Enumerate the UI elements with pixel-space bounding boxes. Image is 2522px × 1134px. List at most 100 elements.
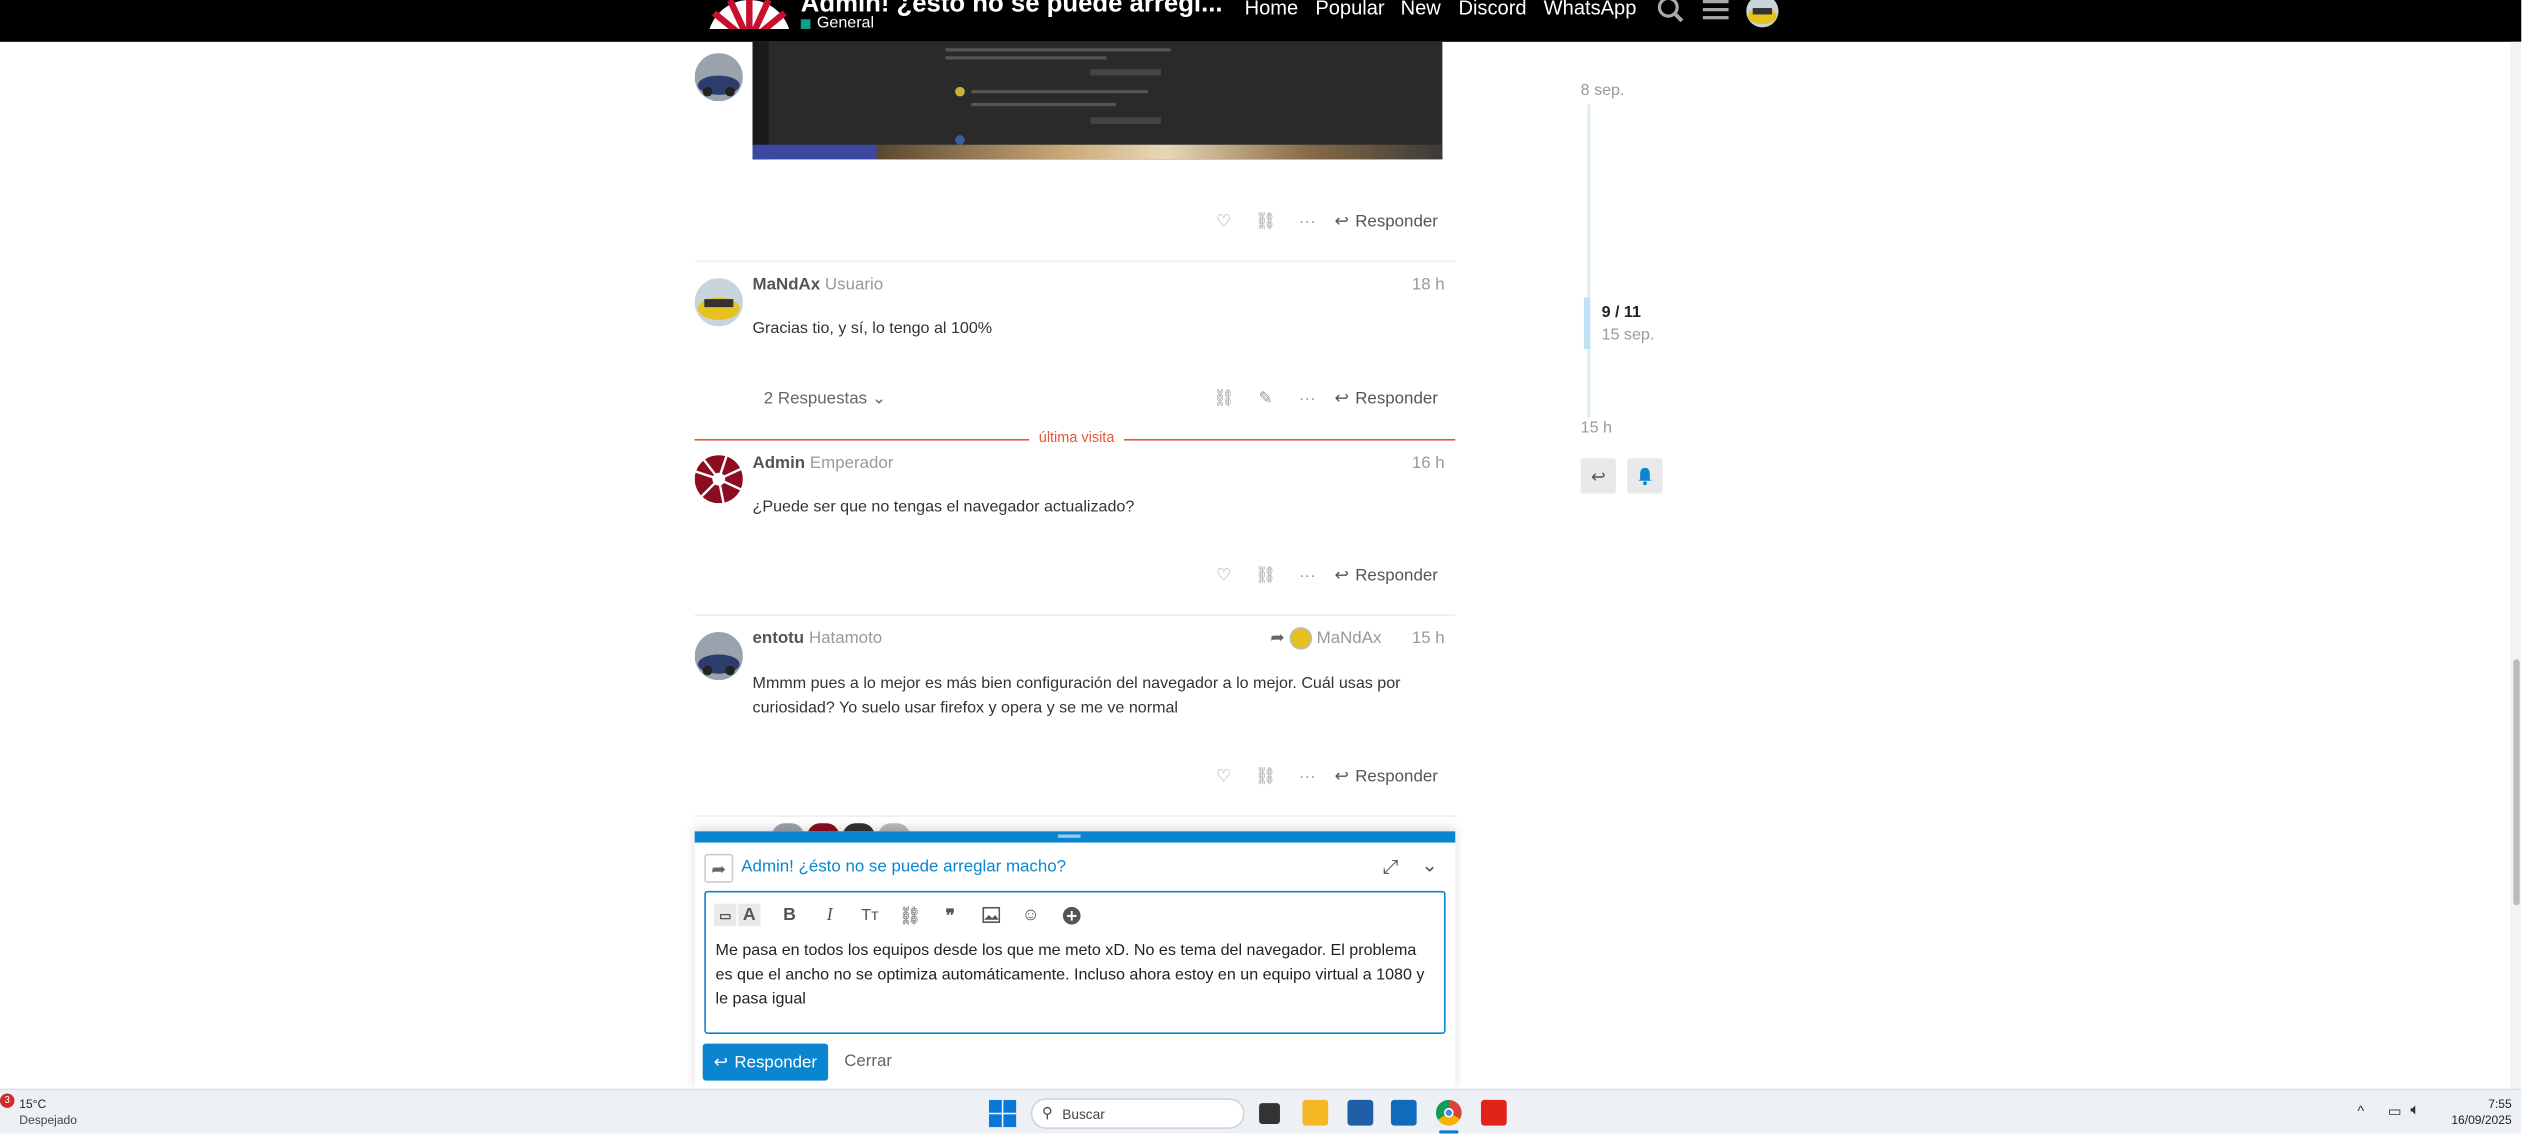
avatar[interactable] — [694, 631, 743, 681]
weather-temp[interactable]: 15°C — [19, 1097, 46, 1111]
post-screenshot-image[interactable] — [752, 41, 1443, 160]
username[interactable]: Admin — [753, 453, 806, 472]
file-explorer-icon[interactable] — [1302, 1099, 1329, 1126]
post-body: ¿Puede ser que no tengas el navegador ac… — [752, 498, 1135, 517]
site-logo[interactable] — [708, 0, 792, 29]
taskbar-search[interactable]: ⚲ Buscar — [1030, 1098, 1245, 1129]
plus-circle-icon[interactable] — [1060, 904, 1083, 927]
anydesk-icon[interactable] — [1480, 1099, 1507, 1126]
reply-button[interactable]: ↩ Responder — [1335, 388, 1438, 407]
bold-icon[interactable]: B — [778, 904, 801, 927]
post-author[interactable]: entotu Hatamoto — [753, 629, 883, 648]
replies-toggle[interactable]: 2 Respuestas ⌄ — [764, 389, 886, 408]
timeline-end-date[interactable]: 15 h — [1581, 420, 1612, 438]
post-body: Gracias tio, y sí, lo tengo al 100% — [752, 319, 993, 338]
link-icon[interactable]: ⛓ — [1245, 765, 1287, 786]
composer-text[interactable]: Me pasa en todos los equipos desde los q… — [716, 939, 1435, 1011]
reply-button[interactable]: ↩ Responder — [1335, 565, 1438, 584]
expand-icon[interactable]: ⤢ — [1383, 855, 1398, 879]
link-icon[interactable]: ⛓ — [1245, 564, 1287, 585]
post-time[interactable]: 16 h — [1412, 453, 1445, 472]
heart-icon[interactable]: ♡ — [1203, 766, 1245, 785]
tray-chevron-up-icon[interactable]: ^ — [2357, 1103, 2364, 1119]
emoji-icon[interactable]: ☺ — [1019, 904, 1042, 927]
nav-new[interactable]: New — [1401, 0, 1441, 19]
nav-popular[interactable]: Popular — [1315, 0, 1384, 19]
composer-action-share-icon[interactable]: ➦ — [704, 853, 734, 883]
rich-text-toggle-icon[interactable]: A — [738, 903, 761, 927]
timeline-reply-button[interactable]: ↩ — [1580, 458, 1617, 494]
category-color-square — [800, 18, 811, 29]
category-badge[interactable]: General — [800, 14, 874, 32]
more-icon[interactable]: ··· — [1286, 388, 1328, 407]
edit-pencil-icon[interactable]: ✎ — [1245, 388, 1287, 407]
active-app-indicator — [1439, 1130, 1459, 1134]
quote-icon[interactable]: ❞ — [939, 904, 962, 927]
outlook-icon[interactable] — [1390, 1099, 1417, 1126]
reply-button[interactable]: ↩ Responder — [1335, 766, 1438, 785]
post-author[interactable]: MaNdAx Usuario — [753, 275, 884, 294]
notifications-button[interactable] — [1627, 458, 1663, 494]
composer-grippie[interactable] — [1058, 834, 1081, 838]
clock-date[interactable]: 16/09/2025 — [2431, 1113, 2511, 1127]
heading-icon[interactable]: Tт — [859, 904, 882, 927]
browser-viewport: Admin! ¿ésto no se puede arregl... Gener… — [0, 0, 2522, 1134]
post-divider — [694, 614, 1456, 616]
avatar[interactable] — [694, 455, 743, 504]
nav-discord[interactable]: Discord — [1458, 0, 1526, 19]
user-avatar[interactable] — [1746, 0, 1779, 28]
reply-label: Responder — [1355, 388, 1438, 408]
volume-icon[interactable]: 🔈︎ — [2410, 1101, 2420, 1119]
clock-time[interactable]: 7:55 — [2447, 1097, 2511, 1111]
more-icon[interactable]: ··· — [1286, 211, 1328, 230]
collapse-chevron-icon[interactable]: ⌄ — [1421, 854, 1437, 877]
close-composer-link[interactable]: Cerrar — [844, 1052, 892, 1071]
replies-label: 2 Respuestas — [763, 389, 868, 409]
reply-to-avatar — [1289, 627, 1312, 650]
scrollbar-thumb[interactable] — [2513, 659, 2520, 906]
post-divider — [694, 260, 1456, 263]
weather-desc[interactable]: Despejado — [19, 1113, 77, 1127]
composer-editor[interactable]: ▭ A B I Tт ⛓ ❞ ☺ Me pasa en todos los eq… — [704, 890, 1446, 1034]
composer-topic-title[interactable]: Admin! ¿ésto no se puede arreglar macho? — [741, 857, 1066, 876]
screenshot-line — [945, 56, 1107, 60]
link-icon[interactable]: ⛓ — [899, 904, 922, 927]
post-actions: ⛓ ✎ ··· ↩ Responder — [1203, 388, 1438, 408]
windows-start-icon[interactable] — [988, 1099, 1017, 1134]
more-icon[interactable]: ··· — [1286, 766, 1328, 785]
timeline-track[interactable] — [1587, 104, 1591, 419]
more-icon[interactable]: ··· — [1286, 565, 1328, 584]
image-upload-icon[interactable] — [979, 904, 1002, 927]
search-placeholder: Buscar — [1062, 1105, 1105, 1122]
link-icon[interactable]: ⛓ — [1203, 388, 1245, 408]
heart-icon[interactable]: ♡ — [1203, 565, 1245, 584]
post-author[interactable]: Admin Emperador — [753, 453, 894, 472]
chrome-icon[interactable] — [1435, 1099, 1462, 1126]
nav-home[interactable]: Home — [1245, 0, 1299, 19]
username[interactable]: MaNdAx — [753, 275, 821, 294]
heart-icon[interactable]: ♡ — [1203, 211, 1245, 230]
reply-label: Responder — [1355, 766, 1438, 786]
markdown-toggle-icon[interactable]: ▭ — [713, 903, 737, 927]
timeline-handle[interactable] — [1583, 297, 1591, 349]
post-time[interactable]: 18 h — [1412, 275, 1445, 294]
page-scrollbar[interactable] — [2510, 41, 2522, 1089]
timeline-start-date[interactable]: 8 sep. — [1581, 82, 1625, 100]
post-time[interactable]: 15 h — [1412, 629, 1445, 648]
task-view-icon[interactable] — [1259, 1103, 1280, 1124]
submit-reply-button[interactable]: ↩ Responder — [702, 1043, 829, 1081]
username[interactable]: entotu — [753, 629, 805, 648]
reply-composer: ➦ Admin! ¿ésto no se puede arreglar mach… — [694, 831, 1456, 1089]
avatar[interactable] — [694, 278, 743, 327]
link-icon[interactable]: ⛓ — [1245, 211, 1287, 231]
hamburger-menu-icon[interactable] — [1701, 0, 1730, 32]
store-icon[interactable] — [1347, 1099, 1374, 1126]
avatar[interactable] — [694, 53, 743, 102]
chevron-down-icon: ⌄ — [871, 389, 887, 409]
search-icon[interactable] — [1656, 0, 1685, 32]
reply-button[interactable]: ↩ Responder — [1335, 211, 1438, 230]
network-icon[interactable]: ▭ — [2388, 1103, 2402, 1121]
reply-to-indicator[interactable]: ➦ MaNdAx — [1270, 627, 1381, 650]
nav-whatsapp[interactable]: WhatsApp — [1544, 0, 1637, 19]
italic-icon[interactable]: I — [818, 904, 841, 927]
